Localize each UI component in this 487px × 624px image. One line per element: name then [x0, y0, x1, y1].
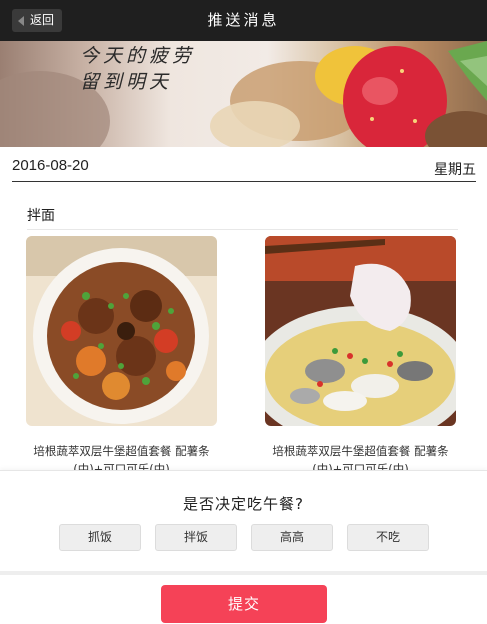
submit-button[interactable]: 提交: [161, 585, 327, 623]
date-row: 2016-08-20 星期五: [12, 156, 476, 182]
option-button[interactable]: 高高: [251, 524, 333, 551]
banner-caption-line1: 今天的疲劳: [80, 45, 196, 67]
food-card[interactable]: 培根蔬萃双层牛堡超值套餐 配薯条(中)+可口可乐(中): [26, 236, 217, 478]
section-divider: [27, 229, 458, 230]
question-text: 是否决定吃午餐?: [183, 495, 304, 513]
banner-caption: 今天的疲劳 留到明天: [80, 43, 195, 95]
braised-meat-bowl-image: [26, 236, 217, 426]
date-text: 2016-08-20: [12, 157, 89, 174]
banner-photo: [0, 41, 487, 147]
divider: [0, 571, 487, 575]
section-title: 拌面: [27, 208, 55, 224]
weekday-text: 星期五: [434, 162, 476, 178]
question-panel: 是否决定吃午餐? 抓饭 拌饭 高高 不吃: [0, 470, 487, 571]
page-title: 推送消息: [207, 11, 280, 29]
food-card[interactable]: 培根蔬萃双层牛堡超值套餐 配薯条(中)+可口可乐(中): [265, 236, 456, 478]
option-button[interactable]: 不吃: [347, 524, 429, 551]
fish-slice-soup-image: [265, 236, 456, 426]
top-nav-bar: 返回 推送消息: [0, 0, 487, 41]
option-button[interactable]: 拌饭: [155, 524, 237, 551]
banner-caption-line2: 留到明天: [80, 71, 173, 93]
option-button[interactable]: 抓饭: [59, 524, 141, 551]
banner-image: 今天的疲劳 留到明天: [0, 41, 487, 147]
